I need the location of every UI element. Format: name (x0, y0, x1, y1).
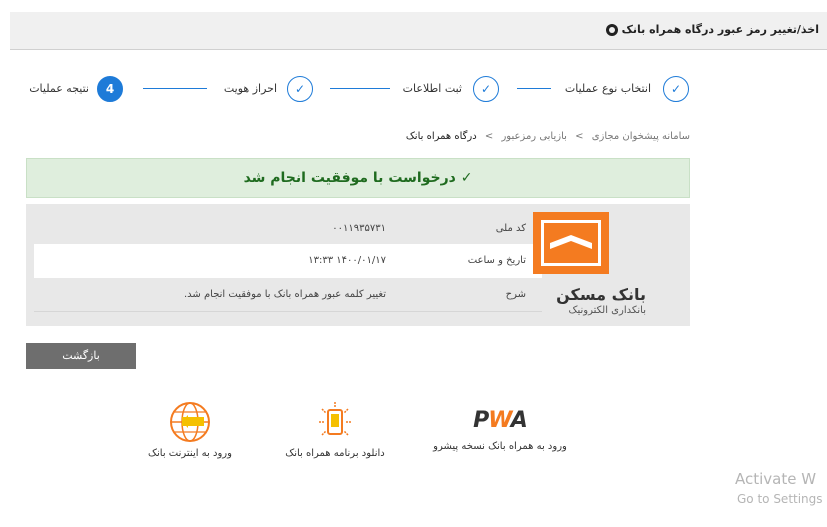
pwa-logo-p: P (473, 408, 489, 433)
step-3-check-icon: ✓ (287, 76, 313, 102)
bank-name: بانک مسکن (556, 285, 646, 304)
breadcrumb: سامانه پیشخوان مجازی > بازیابی رمزعبور >… (406, 131, 690, 142)
step-1-check-icon: ✓ (663, 76, 689, 102)
breadcrumb-separator: > (484, 131, 494, 142)
back-button[interactable]: بازگشت (26, 343, 136, 369)
house-roof-icon (550, 235, 592, 249)
logo-frame (541, 220, 601, 266)
step-connector (143, 88, 207, 89)
step-connector (517, 88, 551, 89)
app-label: ورود به همراه بانک نسخه پیشرو (433, 441, 567, 452)
bank-subtitle: بانکداری الکترونیک (568, 305, 646, 316)
activation-watermark-sub: Go to Settings (737, 492, 823, 506)
globe-icon (170, 402, 210, 442)
check-icon: ✓ (460, 170, 473, 186)
key-icon (605, 23, 618, 36)
step-4-label: نتیجه عملیات (29, 82, 89, 95)
app-label: دانلود برنامه همراه بانک (285, 448, 385, 459)
pwa-mobile-bank-link[interactable]: PWA ورود به همراه بانک نسخه پیشرو (425, 408, 575, 452)
page-header: اخذ/تغییر رمز عبور درگاه همراه بانک (10, 12, 827, 50)
header-title: اخذ/تغییر رمز عبور درگاه همراه بانک (621, 23, 819, 36)
detail-value: ۰۰۱۱۹۳۵۷۳۱ (332, 223, 386, 234)
detail-value: تغییر کلمه عبور همراه بانک با موفقیت انج… (183, 289, 386, 300)
success-alert: ✓ درخواست با موفقیت انجام شد (26, 158, 690, 198)
mobile-app-download-link[interactable]: دانلود برنامه همراه بانک (275, 400, 395, 459)
pwa-logo-w: W (488, 408, 512, 433)
step-1-label: انتخاب نوع عملیات (564, 82, 651, 95)
detail-row-description: شرح تغییر کلمه عبور همراه بانک با موفقیت… (34, 278, 542, 312)
breadcrumb-current: درگاه همراه بانک (405, 131, 477, 142)
activation-watermark: Activate W (735, 470, 817, 488)
success-message: درخواست با موفقیت انجام شد (243, 170, 456, 186)
row-divider (34, 311, 542, 312)
detail-label: کد ملی (495, 223, 526, 234)
detail-row-datetime: تاریخ و ساعت ۱۴۰۰/۰۱/۱۷ ۱۳:۳۳ (34, 244, 542, 278)
pwa-logo-a: A (510, 408, 528, 433)
pwa-logo: PWA (425, 408, 575, 433)
detail-label: شرح (505, 289, 526, 300)
internet-bank-link[interactable]: ورود به اینترنت بانک (135, 400, 245, 459)
breadcrumb-separator: > (575, 131, 584, 142)
bank-maskan-logo (533, 212, 609, 274)
breadcrumb-item[interactable]: سامانه پیشخوان مجازی (592, 131, 690, 142)
step-3-label: احراز هویت (223, 82, 277, 95)
breadcrumb-item[interactable]: بازیابی رمزعبور (501, 131, 566, 142)
app-label: ورود به اینترنت بانک (148, 448, 232, 459)
step-4-number: 4 (97, 76, 123, 102)
step-connector (330, 88, 390, 89)
step-2-label: ثبت اطلاعات (402, 82, 462, 95)
header-title-wrap: اخذ/تغییر رمز عبور درگاه همراه بانک (605, 23, 819, 36)
detail-row-national-code: کد ملی ۰۰۱۱۹۳۵۷۳۱ (34, 212, 542, 246)
mobile-app-icon (319, 402, 351, 436)
step-2-check-icon: ✓ (473, 76, 499, 102)
success-message-wrap: ✓ درخواست با موفقیت انجام شد (27, 159, 689, 197)
detail-value: ۱۴۰۰/۰۱/۱۷ ۱۳:۳۳ (308, 255, 386, 266)
detail-label: تاریخ و ساعت (467, 255, 526, 266)
